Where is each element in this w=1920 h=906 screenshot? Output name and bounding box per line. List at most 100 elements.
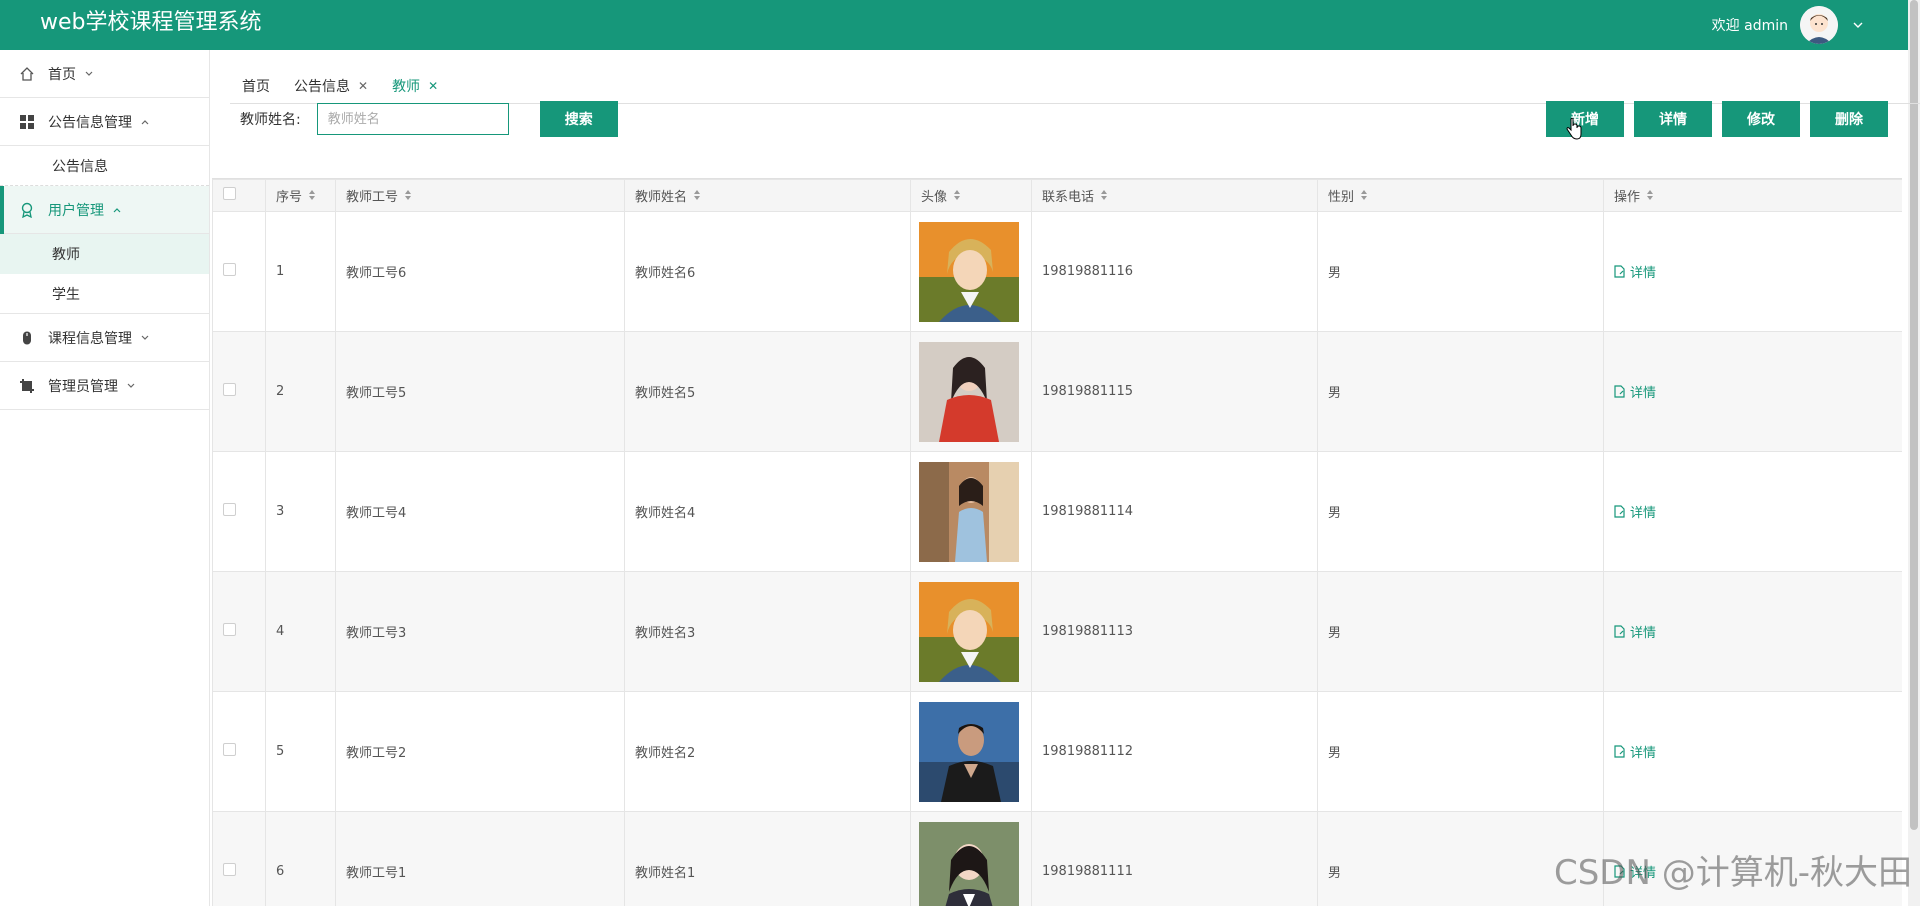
delete-button[interactable]: 删除 <box>1810 101 1888 137</box>
document-icon <box>1614 504 1625 518</box>
table-row[interactable]: 4 教师工号3 教师姓名3 19819881113 男 详情 <box>212 571 1902 692</box>
avatar-cell <box>910 691 1032 812</box>
avatar-cell <box>910 571 1032 692</box>
row-checkbox[interactable] <box>223 863 236 876</box>
row-index: 6 <box>265 811 336 906</box>
teacher-name-cell: 教师姓名1 <box>624 811 911 906</box>
teacher-avatar-image <box>919 461 1031 562</box>
tab-label: 公告信息 <box>294 78 350 95</box>
sidebar-subitem-teacher[interactable]: 教师 <box>0 234 209 274</box>
user-menu[interactable]: 欢迎 admin <box>1712 6 1864 44</box>
tab-notice[interactable]: 公告信息 ✕ <box>282 68 380 104</box>
detail-button[interactable]: 详情 <box>1634 101 1712 137</box>
row-select-cell[interactable] <box>212 211 266 332</box>
sort-icon[interactable] <box>1646 189 1654 205</box>
tab-teacher[interactable]: 教师 ✕ <box>380 68 450 104</box>
table-row[interactable]: 3 教师工号4 教师姓名4 19819881114 男 详情 <box>212 451 1902 572</box>
sidebar-subitem-notice[interactable]: 公告信息 <box>0 146 209 186</box>
avatar-cell <box>910 451 1032 572</box>
column-header[interactable]: 联系电话 <box>1031 179 1318 212</box>
action-buttons: 新增 详情 修改 删除 <box>1536 101 1888 137</box>
avatar-cell <box>910 211 1032 332</box>
table-row[interactable]: 1 教师工号6 教师姓名6 19819881116 男 详情 <box>212 211 1902 332</box>
edit-button[interactable]: 修改 <box>1722 101 1800 137</box>
chevron-down-icon[interactable] <box>1852 19 1864 31</box>
column-label: 头像 <box>921 189 948 205</box>
row-detail-link[interactable]: 详情 <box>1614 262 1656 281</box>
table-header-row: 序号 教师工号 教师姓名 头像 联系电话 性别 操作 <box>212 179 1902 212</box>
row-checkbox[interactable] <box>223 263 236 276</box>
teacher-name-input[interactable] <box>316 103 509 135</box>
detail-link-label: 详情 <box>1630 265 1657 281</box>
row-index: 5 <box>265 691 336 812</box>
teacher-avatar-image <box>919 821 1031 906</box>
mouse-icon <box>18 329 36 347</box>
table-row[interactable]: 2 教师工号5 教师姓名5 19819881115 男 详情 <box>212 331 1902 452</box>
sort-icon[interactable] <box>1100 189 1108 205</box>
sidebar-item-user-management[interactable]: 用户管理 <box>0 186 209 234</box>
row-checkbox[interactable] <box>223 623 236 636</box>
row-select-cell[interactable] <box>212 451 266 572</box>
sidebar-subitem-label: 教师 <box>52 247 80 263</box>
sidebar-item-admin-management[interactable]: 管理员管理 <box>0 362 209 410</box>
sidebar-item-label: 公告信息管理 <box>48 114 132 131</box>
phone-cell: 19819881114 <box>1031 451 1318 572</box>
add-button[interactable]: 新增 <box>1546 101 1624 137</box>
chevron-up-icon <box>141 119 149 124</box>
column-header[interactable]: 教师姓名 <box>624 179 911 212</box>
table-row[interactable]: 5 教师工号2 教师姓名2 19819881112 男 详情 <box>212 691 1902 812</box>
sort-icon[interactable] <box>953 189 961 205</box>
user-avatar[interactable] <box>1800 6 1838 44</box>
chevron-up-icon <box>113 207 121 212</box>
sort-icon[interactable] <box>693 189 701 205</box>
row-checkbox[interactable] <box>223 383 236 396</box>
top-header: web学校课程管理系统 欢迎 admin <box>0 0 1920 50</box>
tab-label: 首页 <box>242 78 270 95</box>
phone-cell: 19819881112 <box>1031 691 1318 812</box>
document-icon <box>1614 264 1625 278</box>
page-scrollbar[interactable] <box>1908 0 1920 906</box>
row-select-cell[interactable] <box>212 691 266 812</box>
sort-icon[interactable] <box>1360 189 1368 205</box>
sidebar-subitem-label: 学生 <box>52 286 80 303</box>
row-checkbox[interactable] <box>223 503 236 516</box>
sidebar-item-course-management[interactable]: 课程信息管理 <box>0 314 209 362</box>
row-detail-link[interactable]: 详情 <box>1614 382 1656 401</box>
column-header[interactable]: 序号 <box>265 179 336 212</box>
sidebar-subitem-student[interactable]: 学生 <box>0 274 209 314</box>
row-index: 1 <box>265 211 336 332</box>
search-button[interactable]: 搜索 <box>539 101 618 137</box>
column-header[interactable]: 教师工号 <box>335 179 625 212</box>
row-checkbox[interactable] <box>223 743 236 756</box>
row-select-cell[interactable] <box>212 811 266 906</box>
avatar-cell <box>910 811 1032 906</box>
gender-cell: 男 <box>1317 691 1604 812</box>
column-header[interactable]: 头像 <box>910 179 1032 212</box>
column-header[interactable]: 操作 <box>1603 179 1902 212</box>
row-detail-link[interactable]: 详情 <box>1614 622 1656 641</box>
column-label: 性别 <box>1328 189 1355 205</box>
sidebar-item-label: 课程信息管理 <box>48 330 132 347</box>
close-icon[interactable]: ✕ <box>428 79 438 93</box>
scrollbar-thumb[interactable] <box>1910 0 1918 830</box>
column-header[interactable]: 性别 <box>1317 179 1604 212</box>
sidebar-item-home[interactable]: 首页 <box>0 50 209 98</box>
tab-home[interactable]: 首页 <box>230 68 282 104</box>
row-detail-link[interactable]: 详情 <box>1614 502 1656 521</box>
row-select-cell[interactable] <box>212 331 266 452</box>
select-all-checkbox[interactable] <box>223 187 236 200</box>
gender-cell: 男 <box>1317 571 1604 692</box>
operation-cell: 详情 <box>1603 571 1902 692</box>
sort-icon[interactable] <box>308 189 316 205</box>
teacher-name-cell: 教师姓名6 <box>624 211 911 332</box>
row-detail-link[interactable]: 详情 <box>1614 742 1656 761</box>
document-icon <box>1614 384 1625 398</box>
sidebar-item-notice-management[interactable]: 公告信息管理 <box>0 98 209 146</box>
select-all-cell[interactable] <box>212 179 266 212</box>
close-icon[interactable]: ✕ <box>358 79 368 93</box>
row-select-cell[interactable] <box>212 571 266 692</box>
column-label: 操作 <box>1614 189 1641 205</box>
sidebar-subitem-label: 公告信息 <box>52 158 108 175</box>
chevron-down-icon <box>85 71 93 76</box>
sort-icon[interactable] <box>404 189 412 205</box>
